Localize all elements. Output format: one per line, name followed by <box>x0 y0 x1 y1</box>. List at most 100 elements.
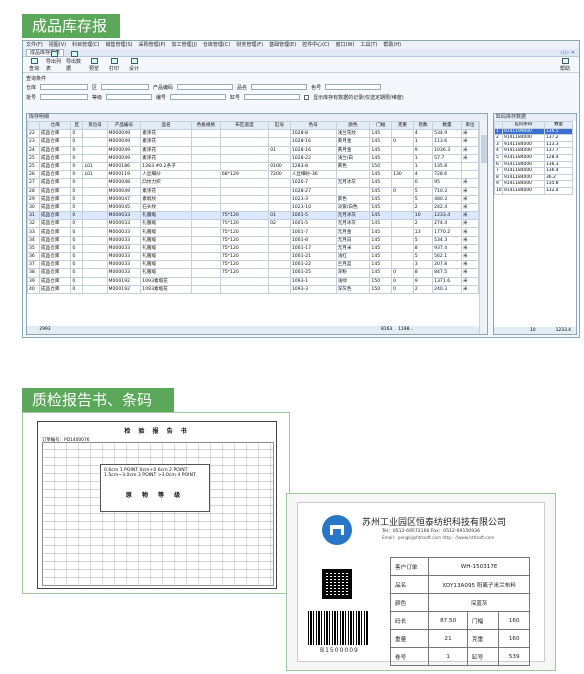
side-row[interactable]: 7 9141184000 136.4 <box>494 167 573 175</box>
toolbar-button[interactable]: 设计 <box>126 58 142 72</box>
column-header[interactable]: 产品编号 <box>106 120 142 131</box>
side-row[interactable]: 10 9141184000 132.4 <box>494 186 573 195</box>
grade-label: 等级 <box>92 94 103 101</box>
table-cell: 0 <box>70 260 84 270</box>
table-cell <box>82 129 108 139</box>
table-cell: 米 <box>461 276 479 286</box>
toolbar-button[interactable]: 查询 <box>26 58 42 72</box>
grid-scrollbar[interactable] <box>479 121 487 334</box>
table-row[interactable]: 25 成品仓库 0 M000049 素涤花 1028-22 浅兰/白 145 1 57.7 米 <box>26 153 479 163</box>
color-no-input[interactable] <box>325 84 382 90</box>
menu-item[interactable]: 工具(T) <box>360 41 377 49</box>
toolbar-button[interactable]: 导出数据 <box>66 51 82 72</box>
table-row[interactable]: 26 成品仓库 0 L01 M000119 人丝细纱 68*129 7200 人丝细纱-36 14… <box>26 170 479 180</box>
side-column-header[interactable]: 缸码条码 <box>502 121 545 129</box>
table-row[interactable]: 38 成品仓库 0 M000033 礼服缎 75*120 1001-25 深粉 145 0 8 847… <box>26 268 479 278</box>
side-column-header[interactable] <box>494 121 503 129</box>
column-header[interactable]: 门幅 <box>369 120 393 131</box>
column-header[interactable]: 克重 <box>391 120 414 131</box>
side-row[interactable]: 1 9141199000 136.5 <box>494 127 573 136</box>
table-cell <box>190 137 221 147</box>
menu-item[interactable]: 控件中心(C) <box>302 41 329 49</box>
table-cell: 0 <box>70 129 84 139</box>
table-row[interactable]: 39 成品仓库 0 M000192 1093素缎花 1093-1 浅绿 150 0 9 1371.6… <box>26 276 479 286</box>
table-row[interactable]: 40 成品仓库 0 M000192 1093素缎花 1093-3 深灰色 150 0 2 240.3… <box>26 284 479 294</box>
menu-item[interactable]: 窗口(W) <box>336 41 355 49</box>
toolbar-button[interactable]: 预览 <box>86 58 102 72</box>
table-row[interactable]: 33 成品仓库 0 M000033 礼服缎 75*120 1001-7 元月金 145 13 177… <box>26 227 479 237</box>
table-cell: 242.4 <box>432 202 462 213</box>
table-cell: 米 <box>461 137 479 147</box>
name-input[interactable] <box>251 84 308 90</box>
column-header[interactable]: 卷数 <box>412 120 434 131</box>
side-row[interactable]: 9 9141184000 135.8 <box>494 180 573 188</box>
menu-item[interactable]: 采购管理(P) <box>139 41 166 49</box>
table-row[interactable]: 24 成品仓库 0 M000049 素涤花 01 1028-16 黄月金 145 9 1036.3 米 <box>26 145 479 155</box>
column-header[interactable]: 色号 <box>289 120 337 131</box>
help-button[interactable]: 帮助 <box>557 58 573 72</box>
table-cell: 68*129 <box>219 170 270 180</box>
column-header[interactable]: 区 <box>70 120 84 131</box>
table-cell <box>190 153 221 163</box>
column-header[interactable]: 缸号 <box>268 120 291 131</box>
tab-nav-controls[interactable]: ◁ ▷ ✕ <box>560 50 579 56</box>
toolbar-button[interactable]: 导出列表 <box>46 51 62 72</box>
side-column-header[interactable]: 数量 <box>544 121 573 129</box>
menu-item[interactable]: 财务管理(F) <box>236 41 263 49</box>
table-row[interactable]: 23 成品仓库 0 M000049 素涤花 1028-16 黄月金 145 0 1 113.6 米 <box>26 137 479 147</box>
toolbar-button[interactable]: 打印 <box>106 58 122 72</box>
lot-input[interactable] <box>40 94 89 100</box>
table-row[interactable]: 36 成品仓库 0 M000033 礼服缎 75*120 1001-21 浅红 145 5 562.… <box>26 251 479 262</box>
table-cell: M000033 <box>106 260 142 270</box>
product-input[interactable] <box>177 84 234 90</box>
column-header[interactable]: 品名 <box>140 120 192 131</box>
warehouse-select[interactable] <box>40 84 89 90</box>
table-row[interactable]: 27 成品仓库 0 M000048 凸纹力织 1026-7 元月冰灰 145 0 95 米 <box>26 178 479 188</box>
column-header[interactable]: 仓库 <box>39 120 72 131</box>
menu-item[interactable]: 仓库管理(C) <box>203 41 230 49</box>
table-cell <box>190 251 221 262</box>
stock-checkbox[interactable] <box>304 94 310 100</box>
column-header[interactable]: 色板规格 <box>190 120 221 131</box>
table-row[interactable]: 31 成品仓库 0 M000033 礼服缎 75*120 01 1001-5 元月冰灰 145 10… <box>26 211 479 221</box>
column-header[interactable]: 单位 <box>461 120 479 131</box>
label-row: 品名 XDY13A095 阳离子米兰布料 <box>389 575 530 594</box>
table-cell: 成品仓库 <box>39 284 72 294</box>
side-row[interactable]: 5 9141184000 128.4 <box>494 153 573 162</box>
table-cell: 75*120 <box>219 260 270 270</box>
side-row[interactable]: 2 9141184000 137.2 <box>494 134 573 142</box>
table-cell <box>268 178 291 188</box>
table-row[interactable]: 30 成品仓库 0 M000045 石头纹 1023-10 淡紫/白色 145 2 242.4 米 <box>26 202 479 213</box>
zone-select[interactable] <box>101 84 150 90</box>
column-header[interactable] <box>26 120 41 131</box>
side-row[interactable]: 4 9141184000 137.7 <box>494 147 573 155</box>
menu-item[interactable]: 基础管理(E) <box>269 41 296 49</box>
vat-input[interactable] <box>244 94 301 100</box>
menu-item[interactable]: 销售管理(S) <box>106 41 133 49</box>
table-cell: 0 <box>70 161 84 172</box>
table-row[interactable]: 29 成品仓库 0 M000047 素缎纹 1023-3 紫色 145 5 480.3 米 <box>26 194 479 204</box>
table-row[interactable]: 28 成品仓库 0 M000049 素涤花 1028-27 145 0 5 710.3 米 <box>26 186 479 196</box>
scroll-thumb[interactable] <box>481 135 487 163</box>
table-row[interactable]: 32 成品仓库 0 M000033 礼服缎 75*120 02 1001-5 元月冰灰 145 2 2… <box>26 219 479 229</box>
table-row[interactable]: 22 成品仓库 0 M000049 素涤花 1028-8 浅兰花纹 145 4 534.9 米 <box>26 129 479 139</box>
column-header[interactable]: 布匹宽度 <box>219 120 270 131</box>
serial-input[interactable] <box>170 94 227 100</box>
column-header[interactable]: 货位号 <box>82 120 108 131</box>
table-row[interactable]: 34 成品仓库 0 M000033 礼服缎 75*120 1001-8 元月白 145 5 534.… <box>26 235 479 245</box>
menu-item[interactable]: 帮助(H) <box>383 41 401 49</box>
side-row[interactable]: 8 9141184000 36.2 <box>494 173 573 182</box>
table-row[interactable]: 37 成品仓库 0 M000033 礼服缎 75*120 1001-22 兰月蓝 145 3 207… <box>26 260 479 270</box>
menu-item[interactable]: 加工管理(J) <box>172 41 197 49</box>
grade-input[interactable] <box>106 94 153 100</box>
table-cell: 5 <box>412 194 434 204</box>
menu-item[interactable]: 科目管理(C) <box>72 41 99 49</box>
table-row[interactable]: 35 成品仓库 0 M000033 礼服缎 75*120 1001-17 元月米 145 8 937… <box>26 243 479 254</box>
table-cell <box>391 243 414 254</box>
table-cell: 成品仓库 <box>39 137 72 147</box>
column-header[interactable]: 数量 <box>432 120 462 131</box>
column-header[interactable]: 颜色 <box>335 120 371 131</box>
side-row[interactable]: 3 9141184000 113.3 <box>494 140 573 149</box>
side-row[interactable]: 6 9141184000 136.3 <box>494 160 573 169</box>
table-row[interactable]: 25 成品仓库 0 L01 M000186 1283 #0.2条子 0100 1283-8 黄色… <box>26 161 479 172</box>
